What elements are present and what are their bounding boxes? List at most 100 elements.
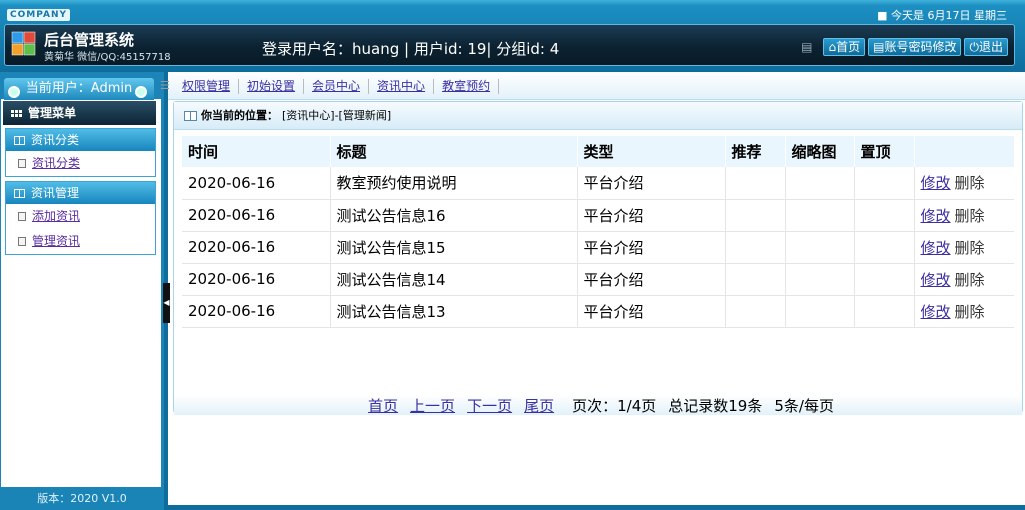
table-header-row: 时间 标题 类型 推荐 缩略图 置顶 <box>182 136 1014 167</box>
sidebar-item-label[interactable]: 添加资讯 <box>32 204 80 229</box>
cell-actions: 修改 删除 <box>914 295 1014 328</box>
tab-news-center[interactable]: 资讯中心 <box>369 79 435 94</box>
column-header: 缩略图 <box>785 136 855 167</box>
first-page-link[interactable]: 首页 <box>368 397 398 415</box>
cell-pin <box>854 231 915 264</box>
cell-time: 2020-06-16 <box>182 231 331 264</box>
column-header <box>914 136 1014 167</box>
document-icon: ▤ <box>873 40 885 54</box>
system-title: 后台管理系统 <box>44 31 135 49</box>
cell-type: 平台介绍 <box>577 263 726 296</box>
home-button[interactable]: ⌂首页 <box>823 38 866 56</box>
menu-group-header[interactable]: 资讯分类 <box>6 129 155 151</box>
cell-pin <box>854 263 915 296</box>
delete-link[interactable]: 删除 <box>955 174 985 192</box>
page-icon <box>18 237 26 246</box>
breadcrumb-label: 你当前的位置： <box>201 108 278 122</box>
table-row: 2020-06-16 测试公告信息16 平台介绍 修改 删除 <box>182 199 1014 232</box>
book-icon <box>14 188 25 198</box>
cell-time: 2020-06-16 <box>182 167 331 200</box>
cell-pin <box>854 295 915 328</box>
breadcrumb-path: [资讯中心]-[管理新闻] <box>282 108 392 122</box>
table-row: 2020-06-16 测试公告信息15 平台介绍 修改 删除 <box>182 231 1014 264</box>
delete-link[interactable]: 删除 <box>955 207 985 225</box>
cell-type: 平台介绍 <box>577 295 726 328</box>
cell-title: 测试公告信息14 <box>330 263 578 296</box>
cell-title: 测试公告信息16 <box>330 199 578 232</box>
cell-thumbnail <box>785 199 855 232</box>
home-icon: ⌂ <box>828 40 837 54</box>
edit-link[interactable]: 修改 <box>921 271 951 289</box>
sidebar-item-news-category[interactable]: 资讯分类 <box>6 151 155 176</box>
cell-pin <box>854 167 915 200</box>
tab-initial-settings[interactable]: 初始设置 <box>239 79 305 94</box>
company-logo-text: COMPANY <box>7 9 70 21</box>
cell-recommend <box>725 167 786 200</box>
cell-title: 测试公告信息13 <box>330 295 578 328</box>
cell-pin <box>854 199 915 232</box>
last-page-link[interactable]: 尾页 <box>524 397 554 415</box>
pagination: 首页 上一页 下一页 尾页 页次：1/4页 总记录数19条 5条/每页 <box>174 395 1022 415</box>
table-row: 2020-06-16 测试公告信息14 平台介绍 修改 删除 <box>182 263 1014 296</box>
sidebar-item-label[interactable]: 管理资讯 <box>32 229 80 254</box>
tab-permissions[interactable]: 权限管理 <box>174 79 240 94</box>
date-display: ■ 今天是 6月17日 星期三 <box>877 7 1007 23</box>
cell-type: 平台介绍 <box>577 199 726 232</box>
page-icon <box>18 159 26 168</box>
per-page-info: 5条/每页 <box>774 397 834 415</box>
menu-lines-icon: ▤ <box>801 40 813 54</box>
next-page-link[interactable]: 下一页 <box>467 397 512 415</box>
sidebar-collapse-handle[interactable]: ◀ <box>163 283 170 323</box>
cell-type: 平台介绍 <box>577 167 726 200</box>
delete-link[interactable]: 删除 <box>955 303 985 321</box>
column-header: 置顶 <box>854 136 915 167</box>
cell-actions: 修改 删除 <box>914 263 1014 296</box>
management-menu-header: 管理菜单 <box>3 101 156 125</box>
cell-time: 2020-06-16 <box>182 199 331 232</box>
delete-link[interactable]: 删除 <box>955 239 985 257</box>
cell-actions: 修改 删除 <box>914 167 1014 200</box>
cell-type: 平台介绍 <box>577 231 726 264</box>
tab-classroom-booking[interactable]: 教室预约 <box>434 79 500 94</box>
ring-icon <box>135 86 147 98</box>
table-row: 2020-06-16 教室预约使用说明 平台介绍 修改 删除 <box>182 167 1014 200</box>
cell-time: 2020-06-16 <box>182 263 331 296</box>
breadcrumb: 你当前的位置： [资讯中心]-[管理新闻] <box>174 102 1022 130</box>
menu-lines-icon: ☰ <box>160 79 170 92</box>
cubes-logo-icon <box>11 31 36 56</box>
menu-group-header[interactable]: 资讯管理 <box>6 182 155 204</box>
grid-icon <box>11 109 22 117</box>
edit-link[interactable]: 修改 <box>921 239 951 257</box>
sidebar-item-add-news[interactable]: 添加资讯 <box>6 204 155 229</box>
sidebar-item-manage-news[interactable]: 管理资讯 <box>6 229 155 254</box>
current-user-label: 当前用户：Admin <box>4 78 154 100</box>
cell-thumbnail <box>785 263 855 296</box>
column-header: 标题 <box>330 136 578 167</box>
date-text: 今天是 6月17日 星期三 <box>891 9 1007 22</box>
login-info: 登录用户名：huang | 用户id: 19| 分组id: 4 <box>262 40 560 58</box>
sidebar-item-label[interactable]: 资讯分类 <box>32 151 80 176</box>
change-password-button[interactable]: ▤账号密码修改 <box>868 38 962 56</box>
page-icon <box>18 212 26 221</box>
prev-page-link[interactable]: 上一页 <box>410 397 455 415</box>
cell-actions: 修改 删除 <box>914 231 1014 264</box>
version-label: 版本：2020 V1.0 <box>0 488 164 510</box>
book-icon <box>14 135 25 145</box>
cell-recommend <box>725 199 786 232</box>
page-info: 页次：1/4页 <box>572 397 657 415</box>
delete-link[interactable]: 删除 <box>955 271 985 289</box>
book-icon <box>184 110 197 121</box>
menu-group-news: 资讯管理 添加资讯 管理资讯 <box>5 181 156 255</box>
edit-link[interactable]: 修改 <box>921 174 951 192</box>
edit-link[interactable]: 修改 <box>921 303 951 321</box>
cell-recommend <box>725 295 786 328</box>
cell-thumbnail <box>785 167 855 200</box>
cell-actions: 修改 删除 <box>914 199 1014 232</box>
total-records: 总记录数19条 <box>668 397 763 415</box>
table-row: 2020-06-16 测试公告信息13 平台介绍 修改 删除 <box>182 295 1014 328</box>
system-subtitle: 黄菊华 微信/QQ:45157718 <box>44 52 171 63</box>
header-bar: COMPANY ■ 今天是 6月17日 星期三 后台管理系统 黄菊华 微信/QQ… <box>0 0 1025 72</box>
tab-member-center[interactable]: 会员中心 <box>304 79 370 94</box>
logout-button[interactable]: ⏻退出 <box>964 38 1008 56</box>
edit-link[interactable]: 修改 <box>921 207 951 225</box>
